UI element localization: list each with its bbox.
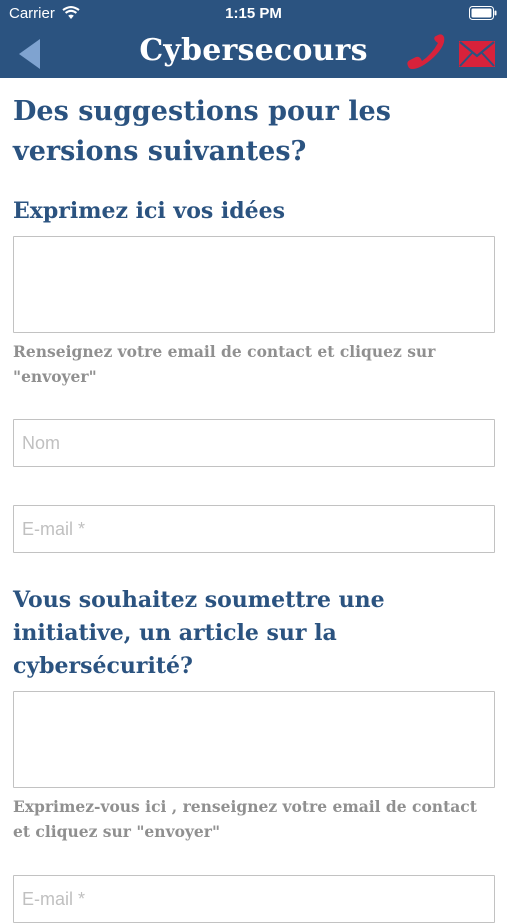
ideas-textarea[interactable] [14, 237, 494, 332]
initiative-textarea[interactable] [14, 692, 494, 787]
initiative-title: Vous souhaitez soumettre une initiative,… [13, 587, 385, 679]
contact-hint: Renseignez votre email de contact et cli… [13, 342, 436, 386]
phone-icon[interactable] [404, 34, 448, 72]
mail-icon[interactable] [458, 40, 496, 68]
email-field-2[interactable] [14, 876, 494, 922]
ideas-textarea-frame[interactable] [13, 236, 495, 333]
header: Carrier 1:15 PM Cybersecours [0, 0, 507, 78]
name-field-frame[interactable] [13, 419, 495, 467]
battery-icon [469, 6, 497, 20]
initiative-hint: Exprimez-vous ici , renseignez votre ema… [13, 797, 477, 841]
initiative-textarea-frame[interactable] [13, 691, 495, 788]
email-field-frame[interactable] [13, 505, 495, 553]
clock: 1:15 PM [225, 5, 282, 22]
email-field[interactable] [14, 506, 494, 552]
suggestions-title: Des suggestions pour les versions suivan… [13, 96, 391, 167]
ideas-label: Exprimez ici vos idées [13, 198, 286, 224]
name-field[interactable] [14, 420, 494, 466]
navigation-bar: Cybersecours [0, 28, 507, 78]
email-field-2-frame[interactable] [13, 875, 495, 923]
status-bar: Carrier 1:15 PM [0, 0, 507, 28]
